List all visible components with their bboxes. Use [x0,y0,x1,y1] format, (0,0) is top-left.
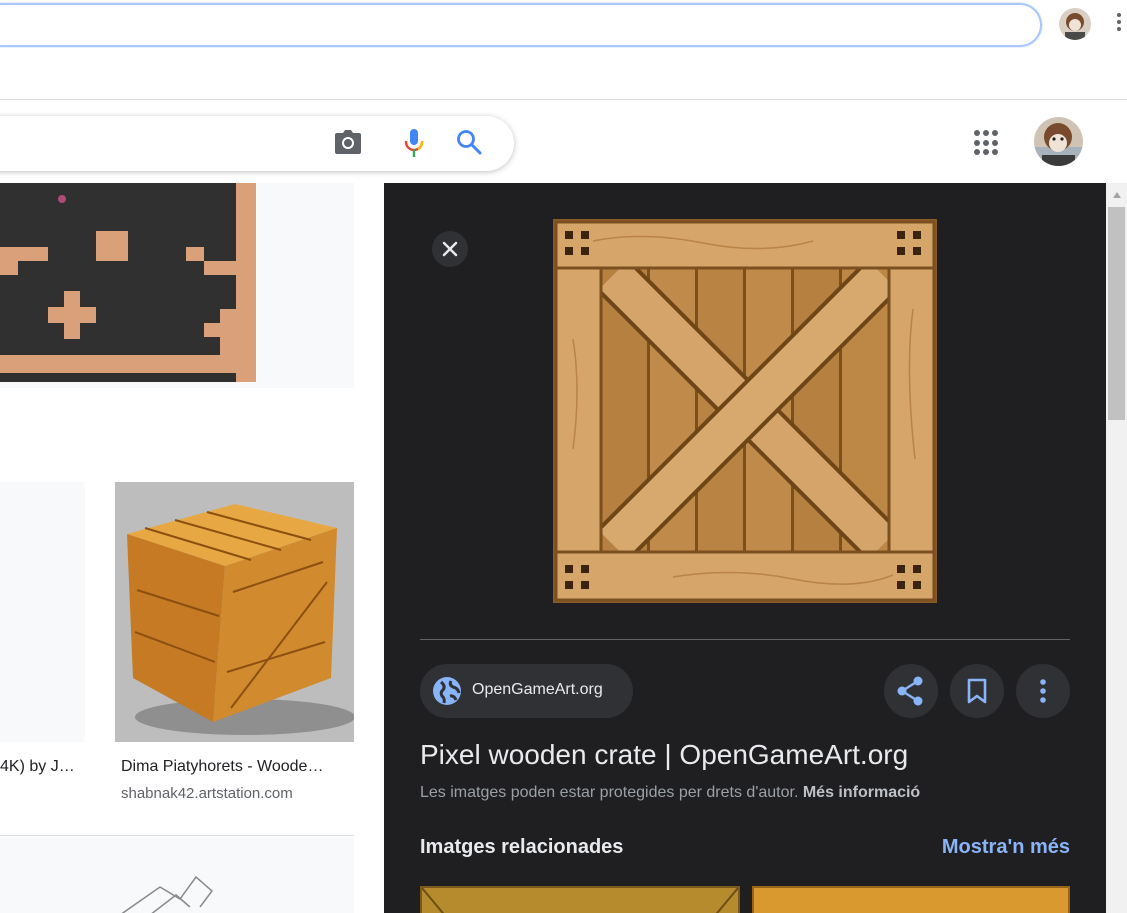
globe-icon [432,676,462,706]
close-icon [442,241,458,257]
share-icon [897,676,923,706]
related-image-thumbnail[interactable] [420,886,740,913]
result-thumbnail-tiles[interactable] [0,183,256,382]
image-results-grid: 4K) by J… Dima Piatyhorets - Woode… shab… [0,183,384,913]
close-button[interactable] [432,231,468,267]
browser-profile-avatar[interactable] [1059,8,1091,40]
more-info-link[interactable]: Més informació [803,784,920,801]
share-button[interactable] [884,664,938,718]
result-title[interactable]: Dima Piatyhorets - Woode… [121,758,354,776]
copyright-notice: Les imatges poden estar protegides per d… [420,784,920,802]
divider [0,835,354,836]
account-avatar[interactable] [1034,117,1083,166]
result-thumbnail[interactable] [0,837,354,913]
camera-icon[interactable] [335,130,361,154]
scrollbar-thumb[interactable] [1108,207,1125,420]
source-link-chip[interactable]: OpenGameArt.org [420,664,633,718]
result-thumbnail-crate[interactable] [115,482,354,742]
bookmark-icon [967,678,987,704]
related-image-thumbnail[interactable] [752,886,1070,913]
apps-grid-icon[interactable] [972,128,1002,158]
mic-icon[interactable] [403,128,425,158]
browser-toolbar [0,0,1127,100]
save-button[interactable] [950,664,1004,718]
preview-image-wooden-crate[interactable] [553,219,937,603]
search-input[interactable] [0,116,514,171]
image-title-link[interactable]: Pixel wooden crate | OpenGameArt.org [420,739,908,771]
related-images-heading: Imatges relacionades [420,836,624,858]
search-header [0,101,1127,183]
result-domain[interactable]: shabnak42.artstation.com [121,785,293,802]
show-more-link[interactable]: Mostra'n més [942,836,1070,859]
divider [420,639,1070,640]
source-label: OpenGameArt.org [472,681,603,698]
scroll-up-arrow-icon[interactable] [1113,192,1121,198]
search-icon[interactable] [456,129,482,155]
copyright-text: Les imatges poden estar protegides per d… [420,784,803,801]
more-vertical-icon [1040,679,1046,703]
more-options-button[interactable] [1016,664,1070,718]
browser-menu-icon[interactable] [1112,10,1126,38]
result-title[interactable]: 4K) by J… [0,758,82,776]
image-preview-panel: OpenGameArt.org Pixel wooden crate | Ope… [384,183,1106,913]
page-scrollbar[interactable] [1106,183,1127,913]
result-thumbnail[interactable] [0,482,85,742]
address-bar[interactable] [0,3,1042,47]
